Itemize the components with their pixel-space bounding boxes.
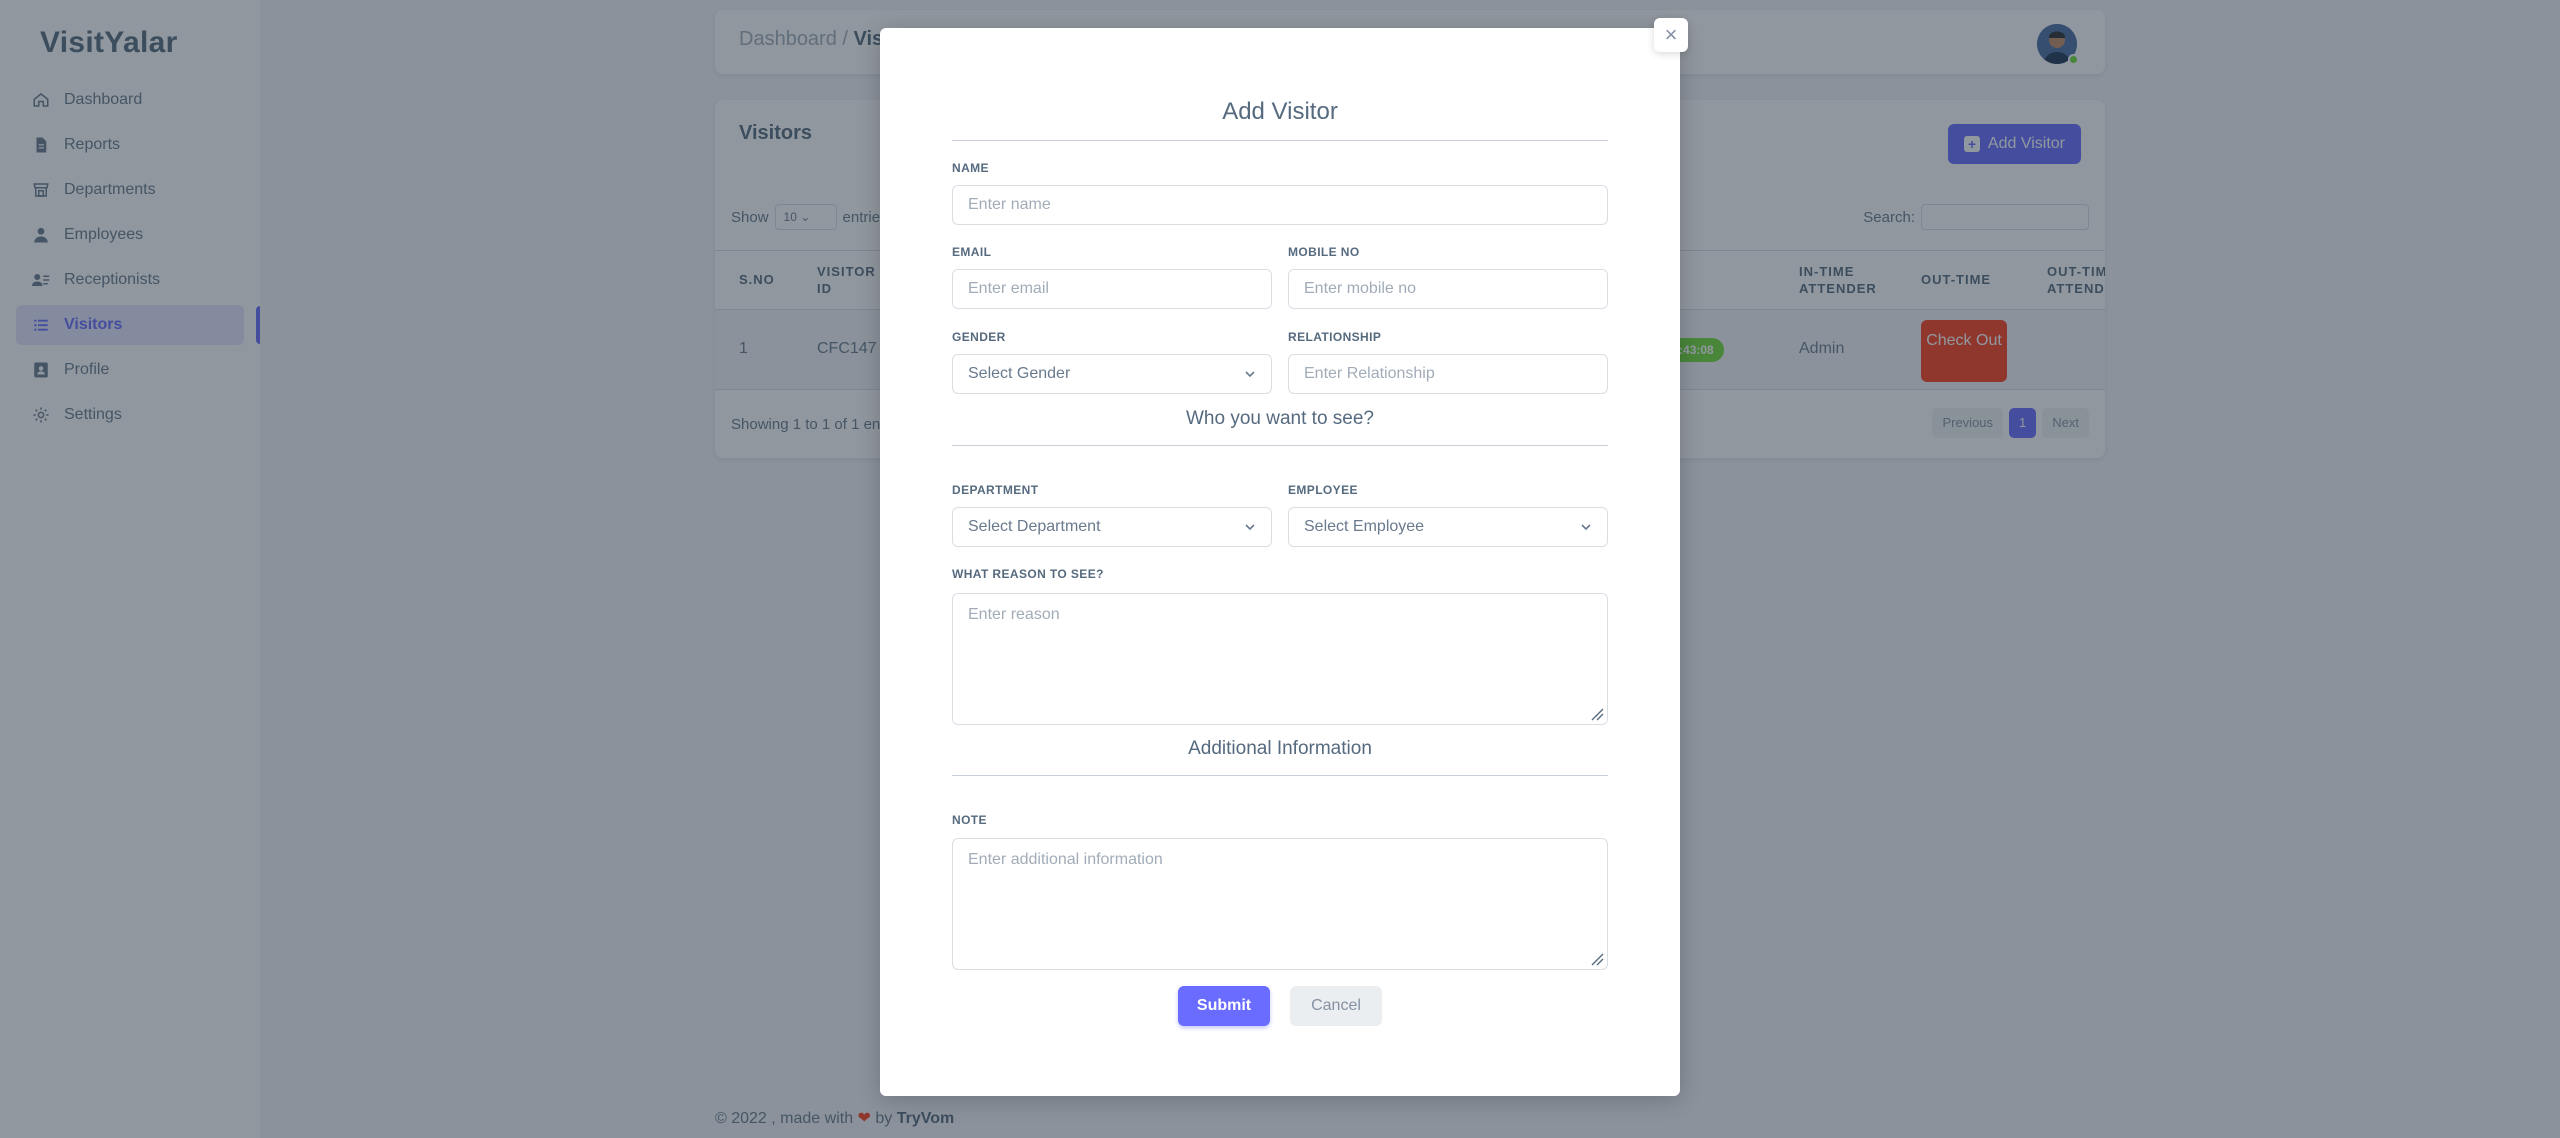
resize-handle-icon[interactable] [1590, 707, 1604, 721]
name-label: Name [952, 161, 989, 175]
reason-label: What reason to see? [952, 567, 1104, 581]
department-label: Department [952, 483, 1039, 497]
note-textarea[interactable]: Enter additional information [952, 838, 1608, 970]
cancel-button[interactable]: Cancel [1290, 986, 1382, 1026]
who-to-see-heading: Who you want to see? [1186, 408, 1374, 429]
resize-handle-icon[interactable] [1590, 952, 1604, 966]
modal-title: Add Visitor [1222, 98, 1338, 125]
additional-divider [952, 775, 1608, 776]
department-select[interactable]: Select Department [952, 507, 1272, 547]
chevron-down-icon [1581, 524, 1591, 531]
gender-select[interactable]: Select Gender [952, 354, 1272, 394]
department-select-value: Select Department [968, 518, 1101, 535]
employee-label: Employee [1288, 483, 1358, 497]
submit-button[interactable]: Submit [1178, 986, 1270, 1026]
chevron-down-icon [1245, 524, 1255, 531]
email-input[interactable]: Enter email [952, 269, 1272, 309]
who-divider [952, 445, 1608, 446]
title-divider [952, 140, 1608, 141]
email-label: Email [952, 245, 992, 259]
close-button[interactable]: × [1654, 18, 1688, 52]
note-placeholder: Enter additional information [968, 851, 1163, 868]
mobile-label: Mobile No [1288, 245, 1360, 259]
additional-information-heading: Additional Information [1188, 738, 1372, 759]
reason-textarea[interactable]: Enter reason [952, 593, 1608, 725]
note-label: Note [952, 813, 987, 827]
employee-select-value: Select Employee [1304, 518, 1425, 535]
chevron-down-icon [1245, 371, 1255, 378]
gender-select-value: Select Gender [968, 365, 1071, 382]
reason-placeholder: Enter reason [968, 606, 1060, 623]
employee-select[interactable]: Select Employee [1288, 507, 1608, 547]
mobile-input[interactable]: Enter mobile no [1288, 269, 1608, 309]
name-input[interactable]: Enter name [952, 185, 1608, 225]
add-visitor-modal: × Add Visitor Name Enter name Email Ente… [880, 18, 1688, 1096]
relationship-input[interactable]: Enter Relationship [1288, 354, 1608, 394]
gender-label: Gender [952, 330, 1006, 344]
relationship-label: Relationship [1288, 330, 1382, 344]
